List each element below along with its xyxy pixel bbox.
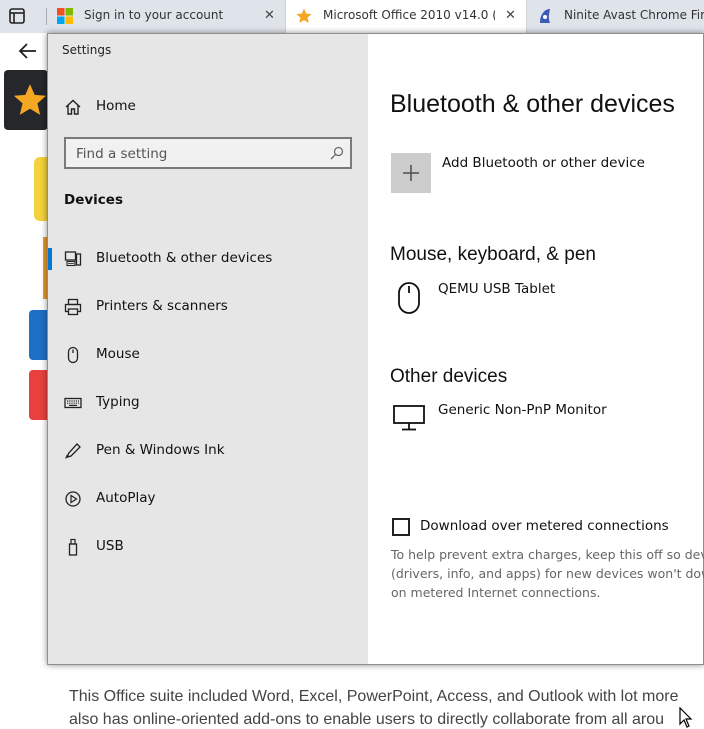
metered-checkbox[interactable]: [392, 518, 410, 536]
mouse-icon: [398, 282, 420, 314]
section-title-other-devices: Other devices: [390, 366, 508, 387]
tab-title: Ninite Avast Chrome Firefox: [564, 8, 704, 22]
nav-label: USB: [96, 538, 124, 554]
pen-icon: [65, 443, 81, 459]
add-device-label[interactable]: Add Bluetooth or other device: [442, 155, 645, 171]
background-graphic: [29, 370, 48, 420]
tab-title: Sign in to your account: [84, 8, 224, 22]
nav-usb[interactable]: USB: [48, 524, 368, 568]
back-arrow-icon[interactable]: [17, 40, 39, 62]
device-qemu-usb-tablet[interactable]: QEMU USB Tablet: [438, 281, 555, 297]
printer-icon: [64, 298, 82, 316]
star-icon: [296, 8, 312, 23]
nav-autoplay[interactable]: AutoPlay: [48, 476, 368, 520]
bluetooth-devices-icon: [64, 251, 82, 267]
device-generic-monitor[interactable]: Generic Non-PnP Monitor: [438, 402, 607, 418]
page-paragraph: This Office suite included Word, Excel, …: [69, 688, 679, 705]
metered-checkbox-label[interactable]: Download over metered connections: [420, 518, 669, 534]
tab-title: Microsoft Office 2010 v14.0 (32/6: [323, 8, 495, 22]
nav-printers-scanners[interactable]: Printers & scanners: [48, 284, 368, 328]
ninite-icon: [540, 9, 550, 23]
settings-content: Bluetooth & other devices Add Bluetooth …: [368, 34, 704, 664]
tab-close-icon[interactable]: ✕: [505, 8, 516, 23]
page-title: Bluetooth & other devices: [390, 90, 675, 118]
site-logo: [4, 70, 48, 130]
add-device-button[interactable]: [391, 153, 431, 193]
keyboard-icon: [64, 397, 82, 409]
nav-bluetooth-devices[interactable]: Bluetooth & other devices: [48, 236, 368, 280]
settings-sidebar: Settings Home Find a setting Devices Blu…: [48, 34, 368, 664]
tab-office-2010[interactable]: Microsoft Office 2010 v14.0 (32/6 ✕: [285, 0, 527, 33]
nav-label: AutoPlay: [96, 490, 156, 506]
help-text: (drivers, info, and apps) for new device…: [391, 566, 704, 581]
section-heading-devices: Devices: [64, 192, 123, 208]
tab-sign-in[interactable]: Sign in to your account ✕: [47, 0, 285, 33]
nav-label: Pen & Windows Ink: [96, 442, 225, 458]
help-text: on metered Internet connections.: [391, 585, 601, 600]
search-icon[interactable]: [330, 146, 344, 160]
search-placeholder: Find a setting: [76, 146, 168, 162]
nav-label: Home: [96, 98, 136, 114]
selection-indicator: [48, 248, 52, 270]
nav-label: Printers & scanners: [96, 298, 228, 314]
usb-icon: [68, 538, 78, 556]
nav-label: Mouse: [96, 346, 140, 362]
nav-pen-windows-ink[interactable]: Pen & Windows Ink: [48, 428, 368, 472]
nav-label: Bluetooth & other devices: [96, 250, 273, 266]
nav-mouse[interactable]: Mouse: [48, 332, 368, 376]
browser-tab-strip: Sign in to your account ✕ Microsoft Offi…: [0, 0, 704, 34]
home-icon: [65, 99, 81, 115]
background-graphic: [34, 157, 48, 221]
tab-close-icon[interactable]: ✕: [264, 8, 275, 23]
nav-home[interactable]: Home: [48, 84, 368, 128]
nav-label: Typing: [96, 394, 140, 410]
help-text: To help prevent extra charges, keep this…: [391, 547, 704, 562]
plus-icon: [403, 165, 419, 181]
mouse-pointer-icon: [679, 707, 693, 728]
microsoft-logo-icon: [57, 8, 73, 24]
monitor-icon: [393, 405, 425, 431]
star-icon: [13, 84, 47, 115]
section-title-mouse-keyboard-pen: Mouse, keyboard, & pen: [390, 244, 596, 265]
search-input[interactable]: Find a setting: [64, 137, 352, 169]
settings-window: Settings Home Find a setting Devices Blu…: [47, 33, 704, 665]
background-graphic: [29, 310, 48, 360]
nav-typing[interactable]: Typing: [48, 380, 368, 424]
window-title: Settings: [62, 43, 112, 57]
tab-ninite[interactable]: Ninite Avast Chrome Firefox: [527, 0, 704, 33]
mouse-icon: [67, 346, 79, 364]
tab-actions-icon[interactable]: [8, 7, 26, 25]
page-paragraph: also has online-oriented add-ons to enab…: [69, 711, 665, 728]
autoplay-icon: [65, 491, 81, 507]
